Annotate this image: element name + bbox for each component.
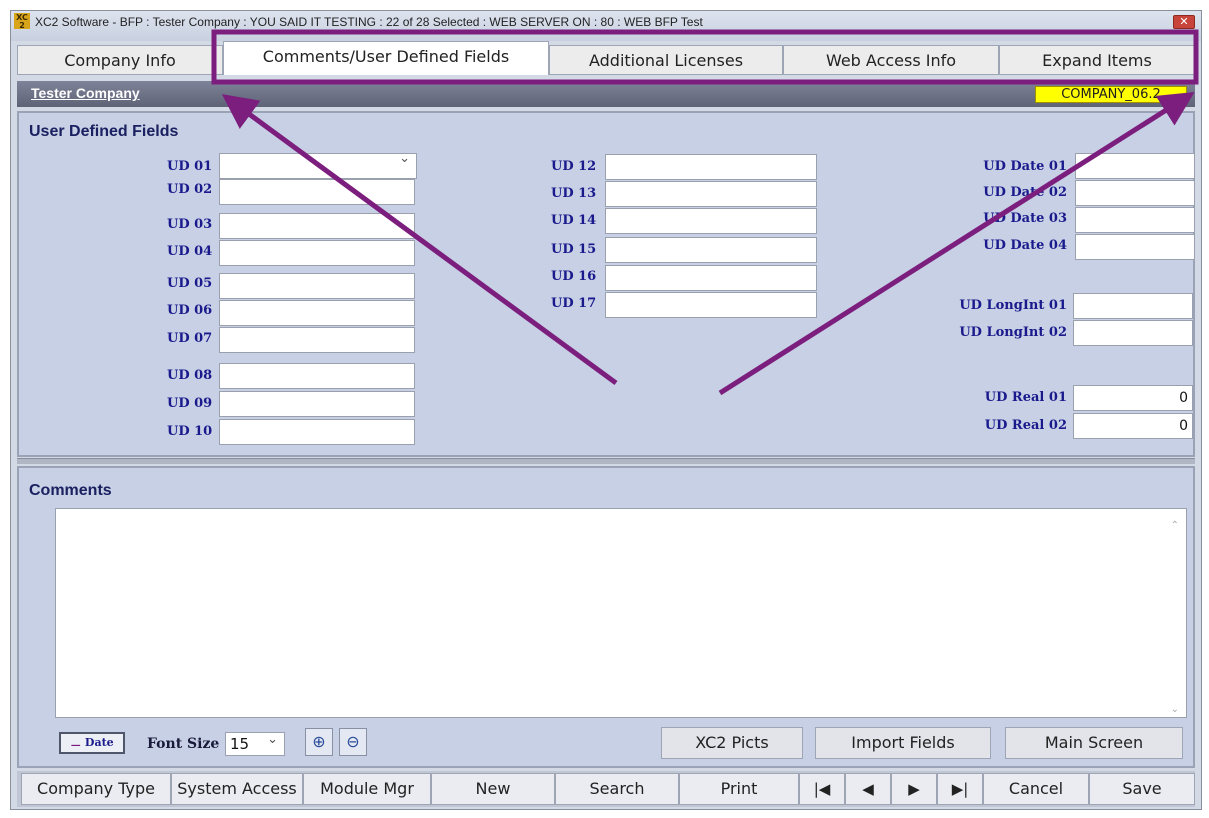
tab-expand-items[interactable]: Expand Items — [999, 45, 1195, 75]
ud08-field[interactable] — [219, 363, 415, 389]
ud15-field[interactable] — [605, 237, 817, 263]
ud02-field[interactable] — [219, 179, 415, 205]
company-header: Tester Company COMPANY_06.2 — [17, 81, 1195, 107]
date-button-label: Date — [84, 736, 114, 749]
ud06-field[interactable] — [219, 300, 415, 326]
ud09-field[interactable] — [219, 391, 415, 417]
ud10-field[interactable] — [219, 419, 415, 445]
ud-label: UD 09 — [167, 396, 213, 411]
ud-date03-field[interactable] — [1075, 207, 1195, 233]
tab-comments-udf[interactable]: Comments/User Defined Fields — [223, 41, 549, 75]
xc2-picts-button[interactable]: XC2 Picts — [661, 727, 803, 759]
zoom-out-icon[interactable]: ⊖ — [339, 728, 367, 756]
ud-longint-label: UD LongInt 01 — [959, 298, 1067, 313]
ud-date-label: UD Date 04 — [983, 238, 1067, 253]
ud-label: UD 02 — [167, 182, 213, 197]
ud-date-label: UD Date 03 — [983, 211, 1067, 226]
search-button[interactable]: Search — [555, 773, 679, 805]
tab-bar: Company Info Comments/User Defined Field… — [17, 41, 1195, 75]
user-defined-fields-panel: User Defined Fields UD 01 UD 02 UD 03 UD… — [17, 111, 1195, 457]
ud12-field[interactable] — [605, 154, 817, 180]
ud-label: UD 15 — [551, 242, 597, 257]
first-record-icon[interactable]: |◀ — [799, 773, 845, 805]
company-name-link[interactable]: Tester Company — [31, 85, 140, 101]
cancel-button[interactable]: Cancel — [983, 773, 1089, 805]
ud-label: UD 01 — [167, 159, 213, 174]
zoom-in-icon[interactable]: ⊕ — [305, 728, 333, 756]
tab-additional-licenses[interactable]: Additional Licenses — [549, 45, 783, 75]
last-record-icon[interactable]: ▶| — [937, 773, 983, 805]
ud03-field[interactable] — [219, 213, 415, 239]
ud-label: UD 05 — [167, 276, 213, 291]
app-window: XC 2 XC2 Software - BFP : Tester Company … — [10, 10, 1202, 810]
print-button[interactable]: Print — [679, 773, 799, 805]
close-button[interactable]: ✕ — [1173, 15, 1195, 29]
font-size-select[interactable]: 15 — [225, 729, 285, 756]
ud-date04-field[interactable] — [1075, 234, 1195, 260]
ud-label: UD 07 — [167, 331, 213, 346]
date-stamp-icon: ⚊ — [70, 735, 85, 749]
panel-splitter[interactable] — [17, 458, 1195, 464]
comments-panel: Comments ⌃ ⌄ ⚊ Date Font Size 15 ⊕ ⊖ XC2… — [17, 466, 1195, 768]
ud-label: UD 16 — [551, 269, 597, 284]
main-screen-button[interactable]: Main Screen — [1005, 727, 1183, 759]
ud-label: UD 12 — [551, 159, 597, 174]
ud-label: UD 13 — [551, 186, 597, 201]
scroll-up-icon[interactable]: ⌃ — [1171, 520, 1179, 531]
system-access-button[interactable]: System Access — [171, 773, 303, 805]
ud-longint01-field[interactable] — [1073, 293, 1193, 319]
comments-textarea[interactable] — [55, 508, 1187, 718]
ud05-field[interactable] — [219, 273, 415, 299]
ud-label: UD 06 — [167, 303, 213, 318]
next-record-icon[interactable]: ▶ — [891, 773, 937, 805]
previous-record-icon[interactable]: ◀ — [845, 773, 891, 805]
bottom-toolbar: Company Type System Access Module Mgr Ne… — [17, 771, 1195, 807]
ud-longint02-field[interactable] — [1073, 320, 1193, 346]
font-size-label: Font Size — [147, 736, 220, 752]
tab-web-access-info[interactable]: Web Access Info — [783, 45, 999, 75]
ud16-field[interactable] — [605, 265, 817, 291]
ud-real01-field[interactable]: 0 — [1073, 385, 1193, 411]
xc2-app-icon: XC 2 — [14, 13, 30, 30]
ud04-field[interactable] — [219, 240, 415, 266]
ud01-select[interactable] — [219, 151, 417, 179]
ud-label: UD 17 — [551, 296, 597, 311]
new-button[interactable]: New — [431, 773, 555, 805]
module-mgr-button[interactable]: Module Mgr — [303, 773, 431, 805]
title-bar: XC 2 XC2 Software - BFP : Tester Company … — [11, 11, 1201, 41]
ud-date02-field[interactable] — [1075, 180, 1195, 206]
udf-section-title: User Defined Fields — [29, 123, 179, 140]
ud-real-label: UD Real 02 — [984, 418, 1067, 433]
ud07-field[interactable] — [219, 327, 415, 353]
ud-date-label: UD Date 01 — [983, 159, 1067, 174]
ud-date01-field[interactable] — [1075, 153, 1195, 179]
ud-real02-field[interactable]: 0 — [1073, 413, 1193, 439]
comments-section-title: Comments — [29, 482, 112, 499]
import-fields-button[interactable]: Import Fields — [815, 727, 991, 759]
ud-real-label: UD Real 01 — [984, 390, 1067, 405]
ud13-field[interactable] — [605, 181, 817, 207]
ud-label: UD 04 — [167, 244, 213, 259]
ud17-field[interactable] — [605, 292, 817, 318]
window-title: XC2 Software - BFP : Tester Company : YO… — [35, 15, 703, 29]
screen-code-badge: COMPANY_06.2 — [1035, 86, 1187, 103]
ud14-field[interactable] — [605, 208, 817, 234]
save-button[interactable]: Save — [1089, 773, 1195, 805]
insert-date-button[interactable]: ⚊ Date — [59, 732, 125, 754]
ud-label: UD 08 — [167, 368, 213, 383]
tab-company-info[interactable]: Company Info — [17, 45, 223, 75]
ud-date-label: UD Date 02 — [983, 185, 1067, 200]
ud-label: UD 03 — [167, 217, 213, 232]
ud-label: UD 10 — [167, 424, 213, 439]
ud-longint-label: UD LongInt 02 — [959, 325, 1067, 340]
ud-label: UD 14 — [551, 213, 597, 228]
company-type-button[interactable]: Company Type — [21, 773, 171, 805]
